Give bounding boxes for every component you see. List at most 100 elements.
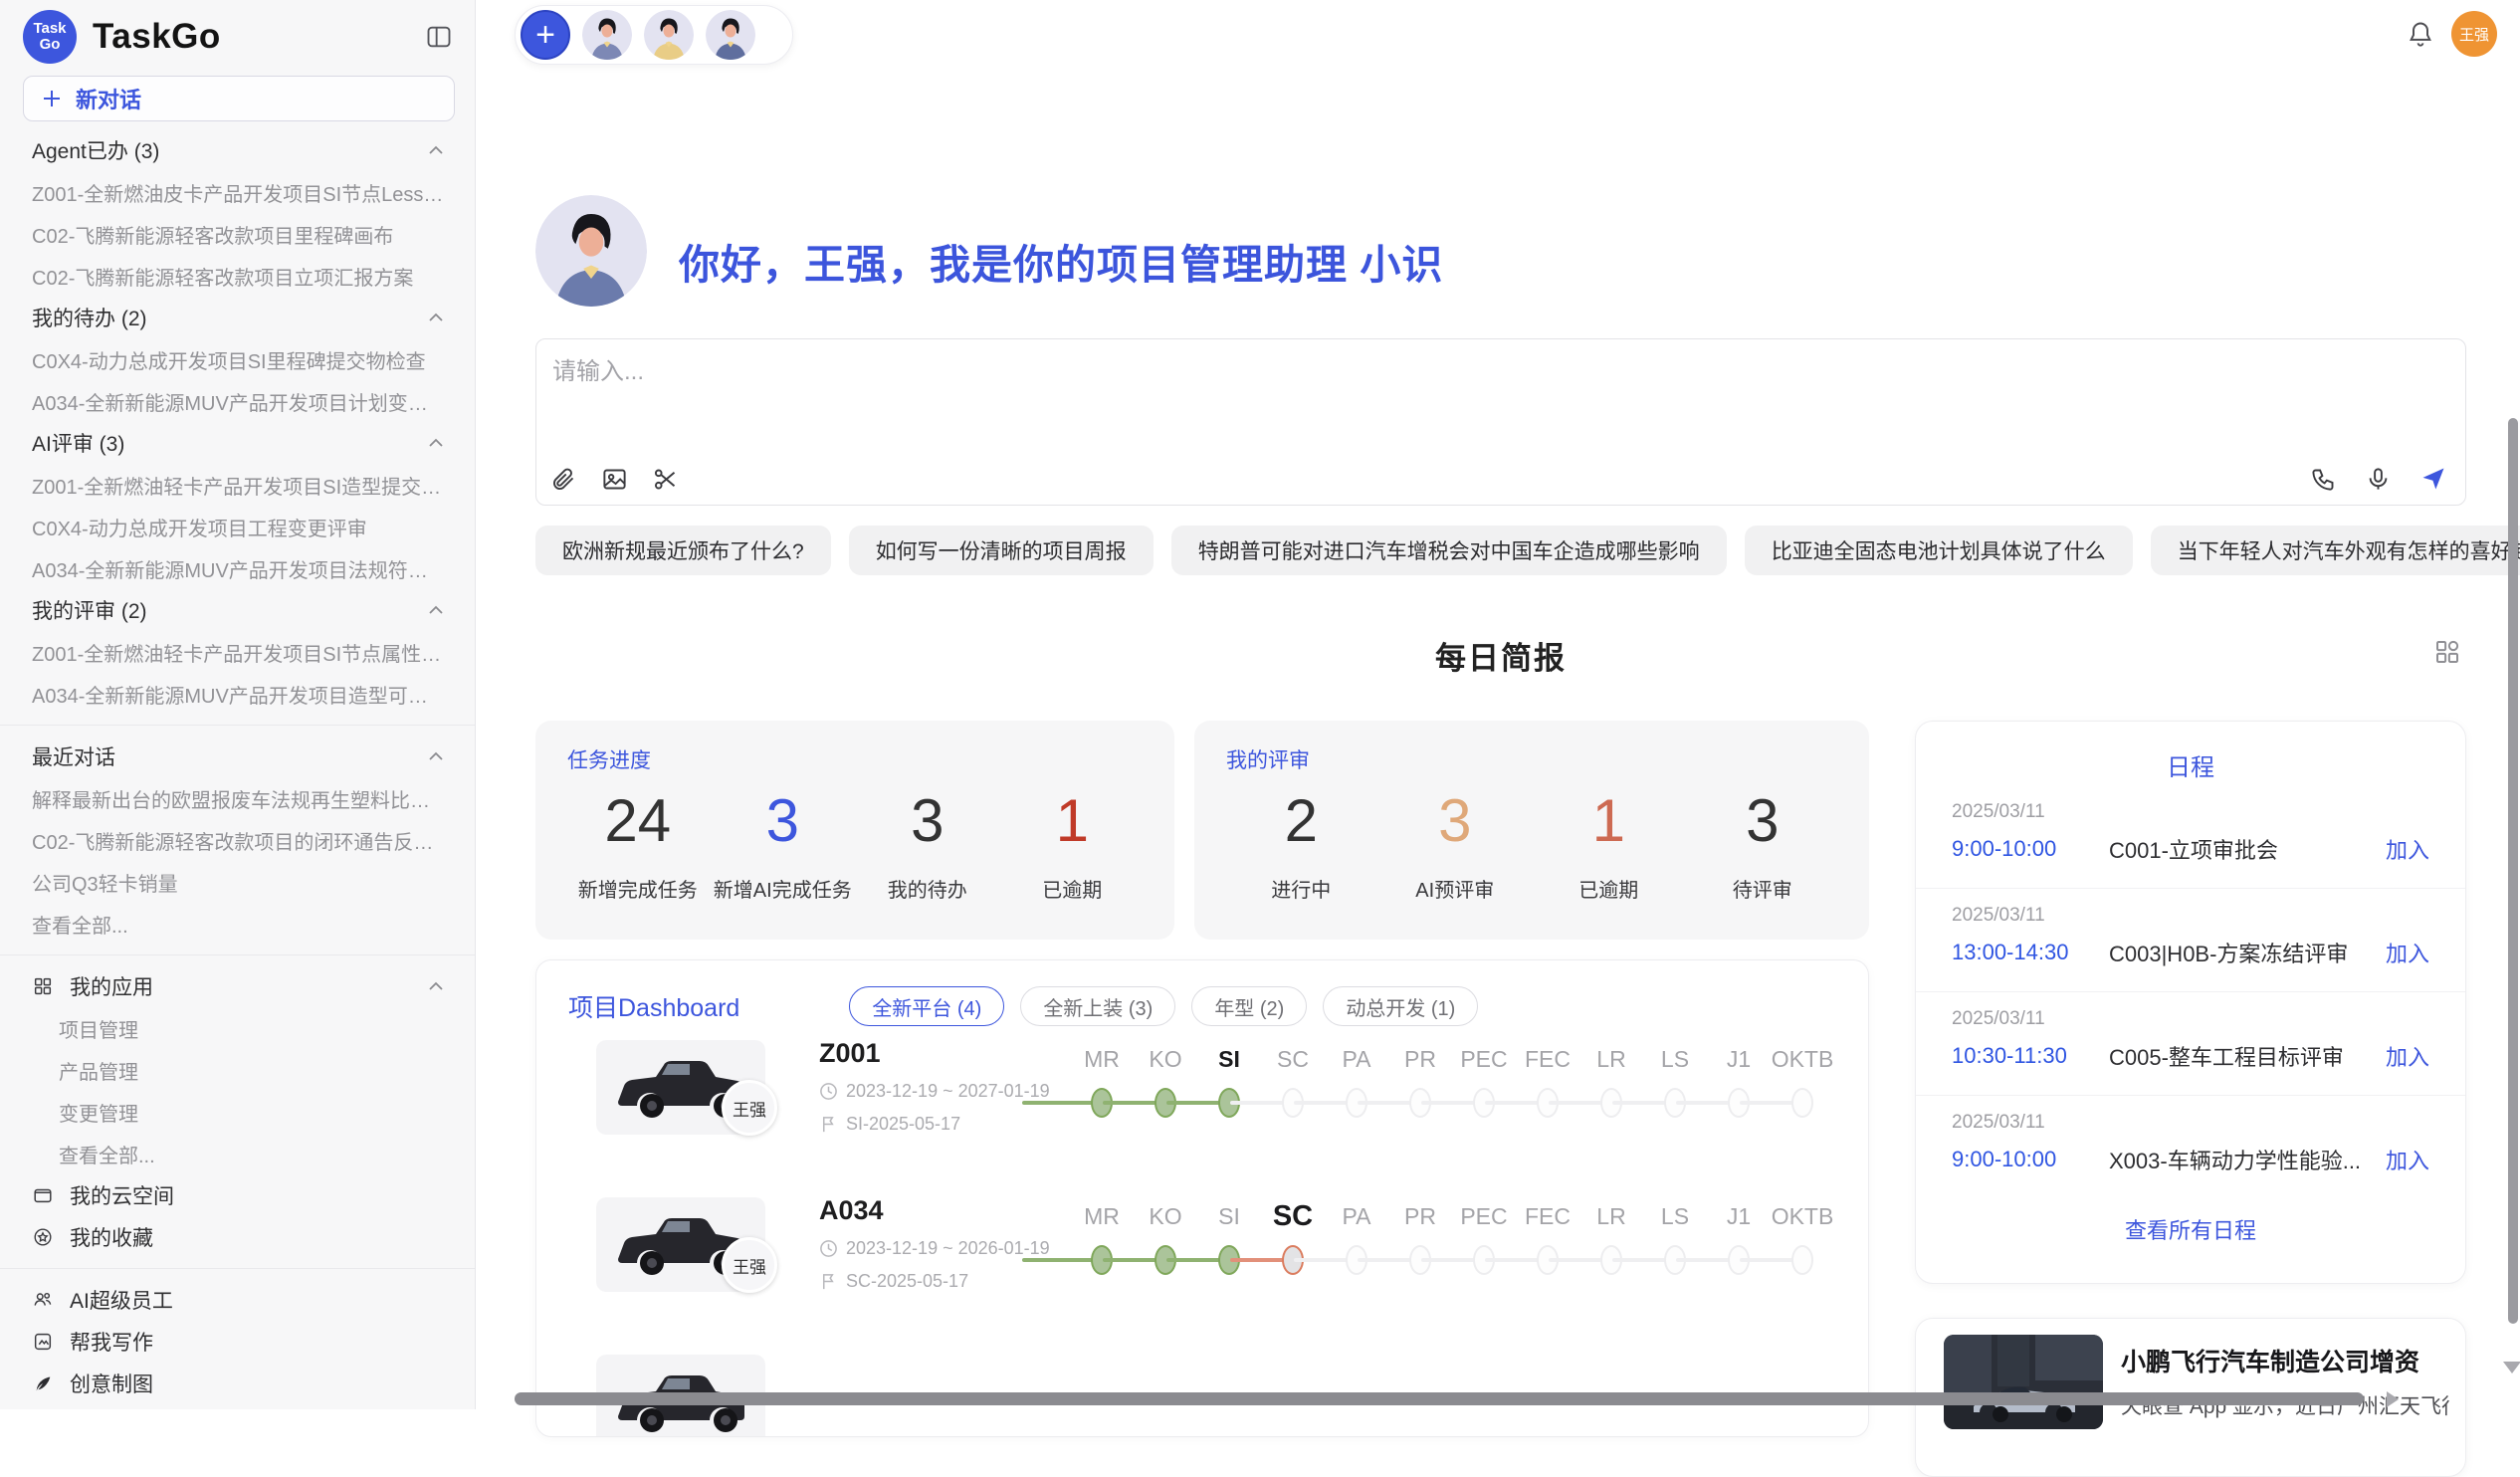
event-name: C003|H0B-方案冻结评审 bbox=[2109, 937, 2374, 968]
filter-pill[interactable]: 年型 (2) bbox=[1191, 986, 1307, 1026]
suggestion-chip[interactable]: 如何写一份清晰的项目周报 bbox=[849, 526, 1154, 575]
sidebar-section-header[interactable]: 我的待办 (2) bbox=[0, 297, 476, 338]
milestone: PEC bbox=[1452, 1199, 1516, 1277]
attachment-icon[interactable] bbox=[550, 466, 577, 493]
voice-call-icon[interactable] bbox=[2310, 466, 2337, 493]
schedule-event: 2025/03/119:00-10:00X003-车辆动力学性能验...加入 bbox=[1916, 1096, 2465, 1199]
sidebar-section-title: AI评审 (3) bbox=[32, 428, 124, 458]
microphone-icon[interactable] bbox=[2365, 466, 2392, 493]
stat-label: 已逾期 bbox=[1000, 874, 1146, 903]
sidebar-lists: Agent已办 (3)Z001-全新燃油皮卡产品开发项目SI节点Lesson L… bbox=[0, 129, 476, 1404]
sidebar-tool[interactable]: AI超级员工 bbox=[0, 1279, 476, 1321]
sidebar-item[interactable]: C02-飞腾新能源轻客改款项目立项汇报方案 bbox=[0, 255, 476, 297]
chevron-up-icon[interactable] bbox=[426, 308, 446, 327]
milestone: OKTB bbox=[1771, 1199, 1834, 1277]
app-sub-item[interactable]: 变更管理 bbox=[0, 1091, 476, 1133]
milestone-label: PR bbox=[1388, 1042, 1452, 1076]
milestone-label: PA bbox=[1325, 1199, 1388, 1233]
sidebar-tool[interactable]: 创意制图 bbox=[0, 1363, 476, 1404]
sidebar-item[interactable]: Z001-全新燃油轻卡产品开发项目SI节点属性5D文件评审 bbox=[0, 631, 476, 673]
stat-label: AI预评审 bbox=[1378, 874, 1533, 903]
notifications-bell-icon[interactable] bbox=[2407, 20, 2434, 48]
agent-avatar-2[interactable] bbox=[644, 10, 694, 60]
event-date: 2025/03/11 bbox=[1952, 1008, 2429, 1030]
vertical-scrollbar[interactable] bbox=[2508, 418, 2518, 1324]
milestone: PEC bbox=[1452, 1042, 1516, 1120]
sidebar-item[interactable]: A034-全新新能源MUV产品开发项目法规符合性评审 bbox=[0, 547, 476, 589]
project-row[interactable] bbox=[536, 1341, 1868, 1380]
sidebar-section-header-recent[interactable]: 最近对话 bbox=[0, 736, 476, 777]
image-icon[interactable] bbox=[601, 466, 628, 493]
recent-chat-item[interactable]: 公司Q3轻卡销量 bbox=[0, 861, 476, 903]
stat-value: 3 bbox=[855, 782, 1000, 860]
scissors-icon[interactable] bbox=[652, 466, 679, 493]
briefing-layout-icon[interactable] bbox=[2432, 637, 2462, 667]
milestone-label: SC bbox=[1261, 1042, 1325, 1076]
sidebar-link[interactable]: 我的云空间 bbox=[0, 1174, 476, 1216]
chevron-up-icon[interactable] bbox=[426, 746, 446, 766]
join-link[interactable]: 加入 bbox=[2386, 833, 2429, 865]
scroll-down-arrow[interactable] bbox=[2503, 1362, 2520, 1373]
sidebar-item[interactable]: C02-飞腾新能源轻客改款项目里程碑画布 bbox=[0, 213, 476, 255]
join-link[interactable]: 加入 bbox=[2386, 1144, 2429, 1175]
join-link[interactable]: 加入 bbox=[2386, 1040, 2429, 1072]
stat: 1已逾期 bbox=[1532, 782, 1686, 903]
send-icon[interactable] bbox=[2419, 465, 2447, 493]
new-chat-button[interactable]: 新对话 bbox=[23, 76, 455, 121]
chevron-up-icon[interactable] bbox=[426, 140, 446, 160]
schedule-event: 2025/03/1110:30-11:30C005-整车工程目标评审加入 bbox=[1916, 992, 2465, 1096]
filter-pill[interactable]: 动总开发 (1) bbox=[1323, 986, 1478, 1026]
scroll-right-arrow[interactable] bbox=[2387, 1391, 2399, 1407]
greeting-text: 你好，王强，我是你的项目管理助理 小识 bbox=[679, 231, 1443, 291]
add-agent-button[interactable]: + bbox=[521, 10, 570, 60]
recent-chat-item[interactable]: 解释最新出台的欧盟报废车法规再生塑料比例被调至15%... bbox=[0, 777, 476, 819]
sidebar-item[interactable]: C0X4-动力总成开发项目SI里程碑提交物检查 bbox=[0, 338, 476, 380]
milestone-label: KO bbox=[1134, 1199, 1197, 1233]
suggestion-chip[interactable]: 特朗普可能对进口汽车增税会对中国车企造成哪些影响 bbox=[1171, 526, 1727, 575]
milestone: LR bbox=[1579, 1199, 1643, 1277]
sidebar-item[interactable]: Z001-全新燃油皮卡产品开发项目SI节点Lesson Learn报告 bbox=[0, 171, 476, 213]
suggestion-chip[interactable]: 当下年轻人对汽车外观有怎样的喜好趋势 bbox=[2151, 526, 2520, 575]
recent-chat-item[interactable]: 查看全部... bbox=[0, 903, 476, 945]
event-date: 2025/03/11 bbox=[1952, 801, 2429, 823]
sidebar-item[interactable]: Z001-全新燃油轻卡产品开发项目SI造型提交物评审 bbox=[0, 464, 476, 506]
milestone-label: FEC bbox=[1516, 1199, 1579, 1233]
chevron-up-icon[interactable] bbox=[426, 976, 446, 996]
chevron-up-icon[interactable] bbox=[426, 433, 446, 453]
app-sub-item[interactable]: 查看全部... bbox=[0, 1133, 476, 1174]
view-all-schedule-link[interactable]: 查看所有日程 bbox=[1916, 1199, 2465, 1245]
schedule-events: 2025/03/119:00-10:00C001-立项审批会加入2025/03/… bbox=[1916, 785, 2465, 1199]
app-sub-item[interactable]: 产品管理 bbox=[0, 1049, 476, 1091]
sidebar-section-header[interactable]: AI评审 (3) bbox=[0, 422, 476, 464]
horizontal-scrollbar[interactable] bbox=[515, 1392, 2364, 1405]
news-image bbox=[1944, 1335, 2103, 1429]
user-avatar[interactable]: 王强 bbox=[2451, 11, 2497, 57]
sidebar-item[interactable]: A034-全新新能源MUV产品开发项目计划变更表编写 bbox=[0, 380, 476, 422]
message-input[interactable] bbox=[552, 351, 2244, 447]
suggestion-chip[interactable]: 比亚迪全固态电池计划具体说了什么 bbox=[1745, 526, 2133, 575]
milestone-label: LS bbox=[1643, 1199, 1707, 1233]
agent-avatar-1[interactable] bbox=[582, 10, 632, 60]
stat-value: 3 bbox=[1378, 782, 1533, 860]
project-row[interactable]: 王强Z0012023-12-19 ~ 2027-01-19SI-2025-05-… bbox=[536, 1026, 1868, 1183]
milestone-label: PEC bbox=[1452, 1199, 1516, 1233]
creative-drawing-icon bbox=[32, 1372, 54, 1394]
sidebar-link[interactable]: 我的收藏 bbox=[0, 1216, 476, 1258]
agent-avatar-3[interactable] bbox=[706, 10, 755, 60]
join-link[interactable]: 加入 bbox=[2386, 937, 2429, 968]
sidebar-section-header[interactable]: 我的评审 (2) bbox=[0, 589, 476, 631]
recent-chat-item[interactable]: C02-飞腾新能源轻客改款项目的闭环通告反馈情况 bbox=[0, 819, 476, 861]
sidebar-section-header[interactable]: Agent已办 (3) bbox=[0, 129, 476, 171]
suggestion-chip[interactable]: 欧洲新规最近颁布了什么? bbox=[535, 526, 831, 575]
collapse-sidebar-icon[interactable] bbox=[425, 23, 453, 51]
milestone: KO bbox=[1134, 1042, 1197, 1120]
app-sub-item[interactable]: 项目管理 bbox=[0, 1007, 476, 1049]
project-row[interactable]: 王强A0342023-12-19 ~ 2026-01-19SC-2025-05-… bbox=[536, 1183, 1868, 1341]
sidebar-tool[interactable]: 帮我写作 bbox=[0, 1321, 476, 1363]
chevron-up-icon[interactable] bbox=[426, 600, 446, 620]
sidebar-item[interactable]: C0X4-动力总成开发项目工程变更评审 bbox=[0, 506, 476, 547]
sidebar-item[interactable]: A034-全新新能源MUV产品开发项目造型可行性评审 bbox=[0, 673, 476, 715]
filter-pill[interactable]: 全新平台 (4) bbox=[849, 986, 1004, 1026]
filter-pill[interactable]: 全新上装 (3) bbox=[1020, 986, 1175, 1026]
sidebar-section-header-apps[interactable]: 我的应用 bbox=[0, 965, 476, 1007]
